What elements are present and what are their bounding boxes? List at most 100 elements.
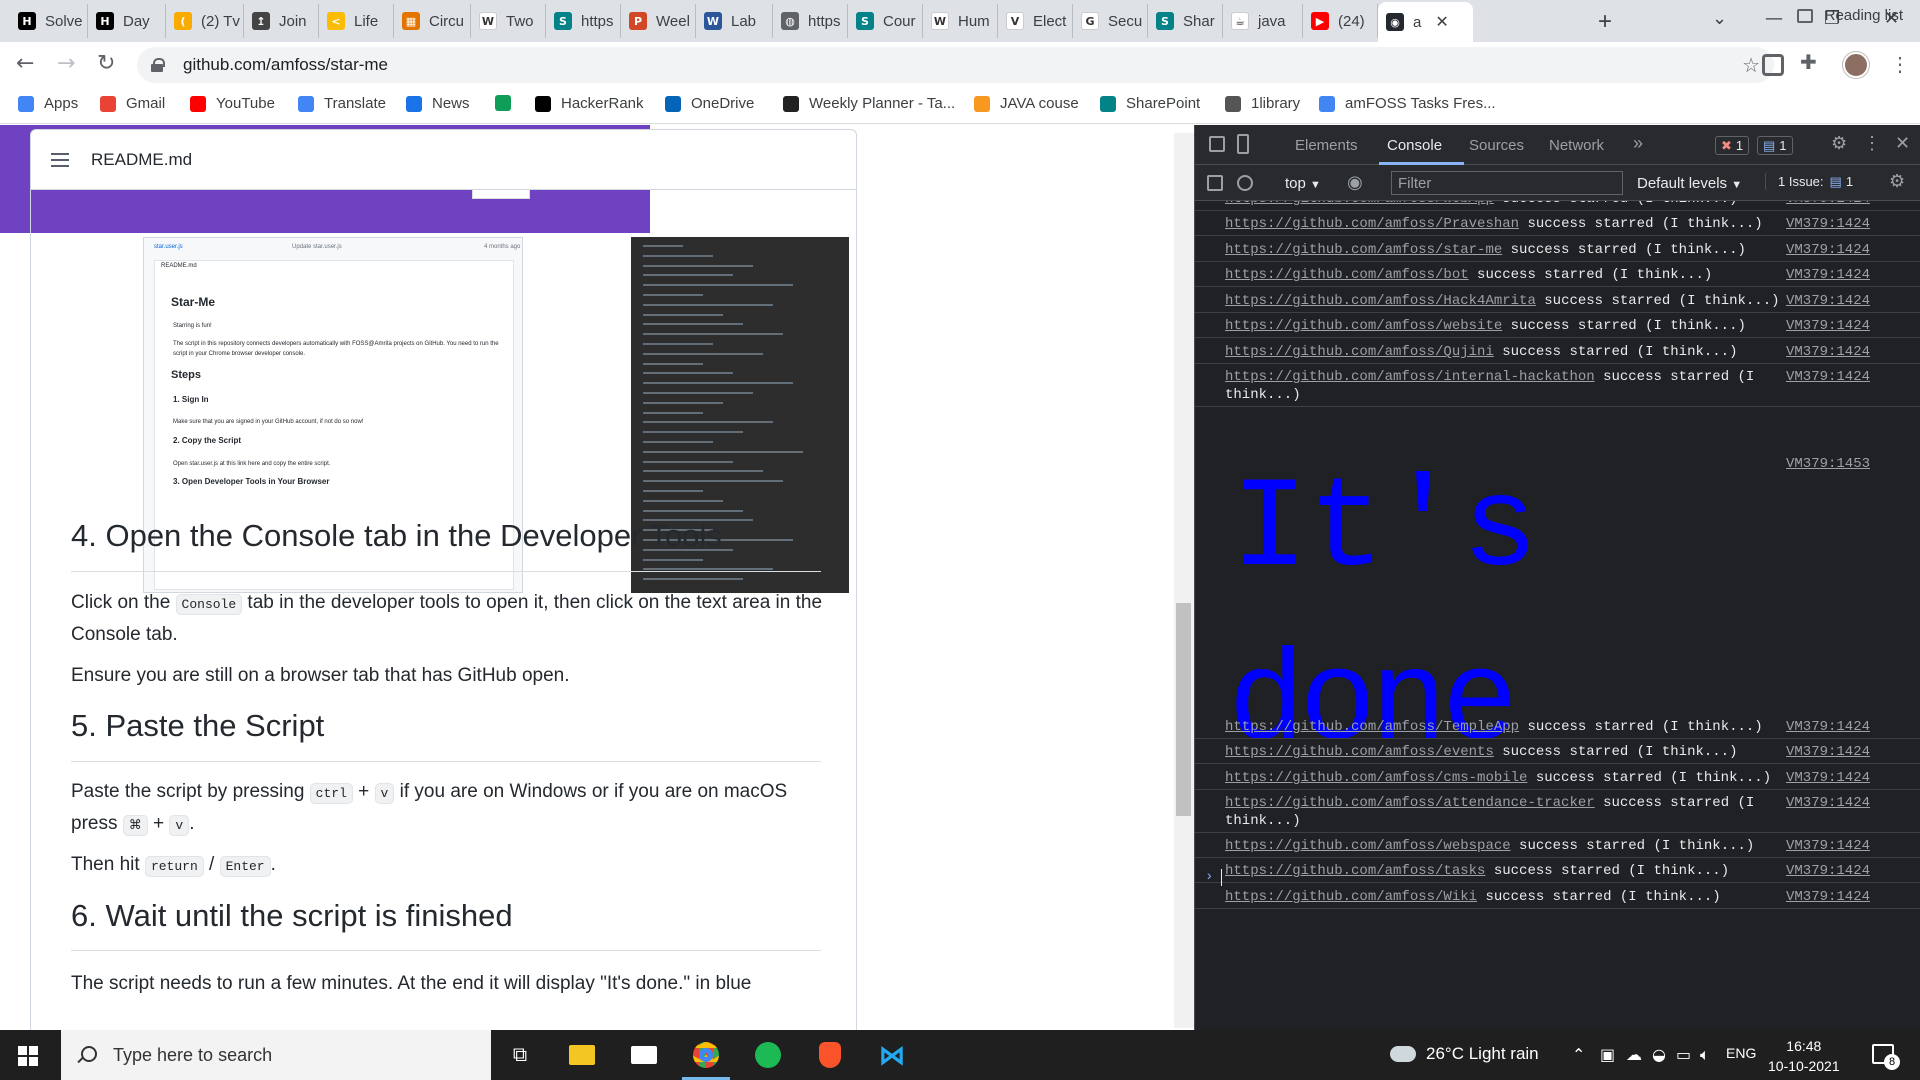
log-source-link[interactable]: VM379:1424 [1786, 794, 1870, 812]
browser-tab[interactable]: S Cour [848, 4, 923, 38]
bookmark-item[interactable]: Gmail [100, 95, 165, 112]
lock-icon[interactable] [151, 58, 165, 72]
message-count-badge[interactable]: ▤ 1 [1757, 136, 1793, 155]
spotify-icon[interactable] [752, 1039, 784, 1071]
windows-start-icon[interactable] [18, 1046, 38, 1066]
log-source-link[interactable]: VM379:1424 [1786, 888, 1870, 906]
page-scrollbar-thumb[interactable] [1176, 603, 1191, 816]
bookmark-item[interactable]: Translate [298, 95, 386, 112]
more-tabs-icon[interactable]: » [1633, 133, 1643, 154]
log-source-link[interactable]: VM379:1424 [1786, 241, 1870, 259]
language-indicator[interactable]: ENG [1726, 1045, 1756, 1061]
log-source-link[interactable]: VM379:1424 [1786, 769, 1870, 787]
browser-tab[interactable]: < Life [319, 4, 394, 38]
onedrive-tray-icon[interactable]: ☁ [1626, 1045, 1642, 1064]
browser-tab[interactable]: H Day [88, 4, 166, 38]
weather-widget[interactable]: 26°C Light rain [1390, 1044, 1539, 1064]
devtools-tab-console[interactable]: Console [1387, 137, 1442, 154]
volume-icon[interactable]: 🔈︎ [1700, 1045, 1710, 1065]
bookmark-star-icon[interactable]: ☆ [1742, 53, 1760, 78]
system-clock[interactable]: 16:48 10-10-2021 [1768, 1036, 1840, 1076]
browser-tab[interactable]: G Secu [1073, 4, 1148, 38]
log-source-link[interactable]: VM379:1424 [1786, 862, 1870, 880]
repo-link[interactable]: https://github.com/amfoss/attendance-tra… [1225, 795, 1595, 811]
live-expression-eye-icon[interactable]: ◉ [1347, 172, 1363, 193]
repo-link[interactable]: https://github.com/amfoss/WebApp [1225, 201, 1494, 207]
log-source-link[interactable]: VM379:1424 [1786, 317, 1870, 335]
context-selector[interactable]: top ▼ [1285, 175, 1321, 192]
bookmark-item[interactable] [495, 95, 521, 111]
profile-avatar[interactable] [1843, 52, 1869, 78]
bookmark-item[interactable]: 1library [1225, 95, 1300, 112]
browser-tab[interactable]: ☕ java [1223, 4, 1303, 38]
meet-now-icon[interactable]: ▣ [1600, 1045, 1615, 1064]
bookmark-item[interactable]: JAVA couse [974, 95, 1079, 112]
bookmark-item[interactable]: amFOSS Tasks Fres... [1319, 95, 1496, 112]
extension-box-icon[interactable] [1762, 54, 1784, 76]
close-tab-icon[interactable]: ✕ [1435, 12, 1448, 32]
bookmark-item[interactable]: HackerRank [535, 95, 644, 112]
page-scrollbar[interactable] [1174, 133, 1194, 1028]
browser-tab[interactable]: P Weel [621, 4, 696, 38]
error-count-badge[interactable]: ✖ 1 [1715, 136, 1750, 155]
repo-link[interactable]: https://github.com/amfoss/internal-hacka… [1225, 369, 1595, 385]
chrome-menu-icon[interactable]: ⋮ [1890, 52, 1910, 77]
log-levels-dropdown[interactable]: Default levels ▼ [1637, 175, 1742, 192]
vscode-icon[interactable]: ⋈ [876, 1039, 908, 1071]
brave-icon[interactable] [814, 1039, 846, 1071]
repo-link[interactable]: https://github.com/amfoss/Hack4Amrita [1225, 293, 1536, 309]
chrome-taskbar-icon[interactable] [682, 1039, 730, 1080]
repo-link[interactable]: https://github.com/amfoss/webspace [1225, 838, 1511, 854]
repo-link[interactable]: https://github.com/amfoss/website [1225, 318, 1502, 334]
browser-tab[interactable]: W Two [471, 4, 546, 38]
console-prompt[interactable]: › [1205, 869, 1222, 886]
devtools-tab-sources[interactable]: Sources [1469, 137, 1524, 154]
log-source-link[interactable]: VM379:1424 [1786, 215, 1870, 233]
devtools-tab-network[interactable]: Network [1549, 137, 1604, 154]
log-source-link[interactable]: VM379:1424 [1786, 743, 1870, 761]
address-bar[interactable]: github.com/amfoss/star-me ☆ [137, 47, 1774, 83]
tray-chevron-up-icon[interactable]: ⌃ [1572, 1045, 1585, 1064]
repo-link[interactable]: https://github.com/amfoss/events [1225, 744, 1494, 760]
repo-link[interactable]: https://github.com/amfoss/tasks [1225, 863, 1485, 879]
forward-arrow-icon[interactable]: → [57, 51, 75, 76]
done-source-link[interactable]: VM379:1453 [1786, 455, 1870, 473]
taskbar-search-box[interactable]: Type here to search [61, 1030, 491, 1080]
new-tab-button[interactable]: + [1598, 8, 1612, 36]
repo-link[interactable]: https://github.com/amfoss/Qujini [1225, 344, 1494, 360]
clear-console-icon[interactable] [1237, 175, 1253, 191]
browser-tab[interactable]: H Solve [10, 4, 88, 38]
tab-search-chevron-icon[interactable]: ⌄ [1712, 8, 1727, 29]
browser-tab[interactable]: ◍ https [773, 4, 848, 38]
table-of-contents-icon[interactable] [51, 152, 69, 167]
browser-tab[interactable]: ((2) Tv [166, 4, 244, 38]
repo-link[interactable]: https://github.com/amfoss/Praveshan [1225, 216, 1519, 232]
browser-tab[interactable]: S Shar [1148, 4, 1223, 38]
mail-icon[interactable] [628, 1039, 660, 1071]
reload-icon[interactable]: ↻ [97, 51, 115, 76]
log-source-link[interactable]: VM379:1424 [1786, 201, 1870, 208]
console-settings-gear-icon[interactable]: ⚙ [1889, 171, 1905, 192]
notification-center-icon[interactable]: 8 [1872, 1044, 1900, 1070]
log-source-link[interactable]: VM379:1424 [1786, 368, 1870, 386]
console-filter-input[interactable]: Filter [1391, 171, 1623, 195]
log-source-link[interactable]: VM379:1424 [1786, 837, 1870, 855]
log-source-link[interactable]: VM379:1424 [1786, 718, 1870, 736]
bookmark-item[interactable]: YouTube [190, 95, 275, 112]
device-toolbar-icon[interactable] [1237, 134, 1249, 154]
log-source-link[interactable]: VM379:1424 [1786, 266, 1870, 284]
bookmark-item[interactable]: Apps [18, 95, 78, 112]
repo-link[interactable]: https://github.com/amfoss/TempleApp [1225, 719, 1519, 735]
bookmark-item[interactable]: News [406, 95, 470, 112]
browser-tab[interactable]: ↥ Join [244, 4, 319, 38]
task-view-icon[interactable]: ⧉ [504, 1039, 536, 1071]
log-source-link[interactable]: VM379:1424 [1786, 343, 1870, 361]
repo-link[interactable]: https://github.com/amfoss/star-me [1225, 242, 1502, 258]
reading-list-button[interactable]: Reading list [1796, 7, 1903, 24]
browser-tab[interactable]: W Hum [923, 4, 998, 38]
inspect-element-icon[interactable] [1209, 136, 1225, 152]
minimize-button[interactable]: — [1765, 8, 1783, 29]
repo-link[interactable]: https://github.com/amfoss/bot [1225, 267, 1469, 283]
sidebar-toggle-icon[interactable] [1207, 175, 1223, 191]
browser-tab[interactable]: ▶ (24) [1303, 4, 1378, 38]
